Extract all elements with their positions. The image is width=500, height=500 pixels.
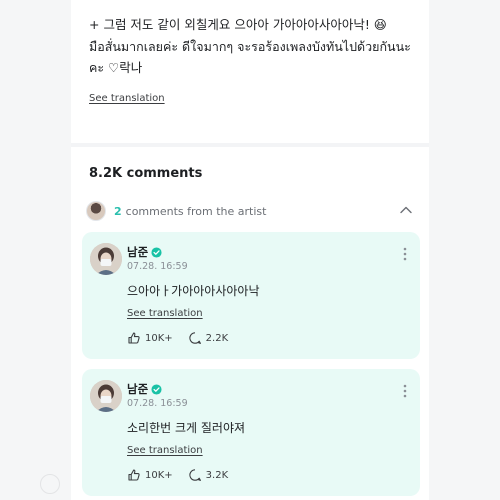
comments-count: 8.2K comments: [89, 166, 203, 181]
like-icon: [128, 332, 140, 344]
like-button[interactable]: 10K+: [127, 331, 173, 345]
reply-count: 2.2K: [205, 332, 229, 344]
artist-comments-count: 2: [114, 204, 122, 218]
chevron-up-icon[interactable]: [399, 203, 413, 217]
watermark-logo: [40, 474, 60, 494]
artist-comment-card: 남준 07.28. 16:59 으아아ㅏ가아아아사아아낙 See transla…: [82, 232, 420, 359]
post-text: + 그럼 저도 같이 외칠게요 으아아 가아아아사아아낙! 😆 มือสั่นม…: [89, 14, 419, 79]
reply-count: 3.2K: [205, 469, 229, 481]
like-count: 10K+: [145, 469, 173, 481]
comment-see-translation-link[interactable]: See translation: [127, 308, 203, 319]
section-divider: [71, 143, 429, 147]
comment-author: 남준: [127, 381, 162, 397]
like-icon: [128, 469, 140, 481]
reply-icon: [189, 469, 201, 481]
avatar[interactable]: [90, 243, 122, 275]
comment-text: 소리한번 크게 질러야져: [127, 421, 246, 435]
post-text-line-1: + 그럼 저도 같이 외칠게요 으아아 가아아아사아아낙! 😆: [89, 17, 387, 32]
author-name: 남준: [127, 382, 149, 396]
comment-date: 07.28. 16:59: [127, 261, 188, 272]
avatar[interactable]: [90, 380, 122, 412]
artist-comments-toggle[interactable]: 2 comments from the artist: [86, 200, 416, 222]
reply-button[interactable]: 3.2K: [188, 468, 228, 482]
comment-text: 으아아ㅏ가아아아사아아낙: [127, 284, 260, 298]
artist-comment-card: 남준 07.28. 16:59 소리한번 크게 질러야져 See transla…: [82, 369, 420, 496]
comment-date: 07.28. 16:59: [127, 398, 188, 409]
author-name: 남준: [127, 245, 149, 259]
more-vertical-icon[interactable]: [402, 383, 408, 399]
verified-icon: [151, 246, 162, 258]
reply-button[interactable]: 2.2K: [188, 331, 228, 345]
artist-comments-label: comments from the artist: [125, 204, 267, 218]
post-see-translation-link[interactable]: See translation: [89, 93, 165, 104]
like-count: 10K+: [145, 332, 173, 344]
comment-see-translation-link[interactable]: See translation: [127, 445, 203, 456]
post-text-line-3: คะ ♡락나: [89, 60, 143, 75]
comment-stats: 10K+ 2.2K: [127, 331, 228, 345]
like-button[interactable]: 10K+: [127, 468, 173, 482]
post-text-line-2: มือสั่นมากเลยค่ะ ดีใจมากๆ จะรอร้องเพลงบั…: [89, 38, 411, 54]
more-vertical-icon[interactable]: [402, 246, 408, 262]
verified-icon: [151, 383, 162, 395]
reply-icon: [189, 332, 201, 344]
comment-stats: 10K+ 3.2K: [127, 468, 228, 482]
comment-author: 남준: [127, 244, 162, 260]
artist-mini-avatar: [86, 201, 106, 221]
